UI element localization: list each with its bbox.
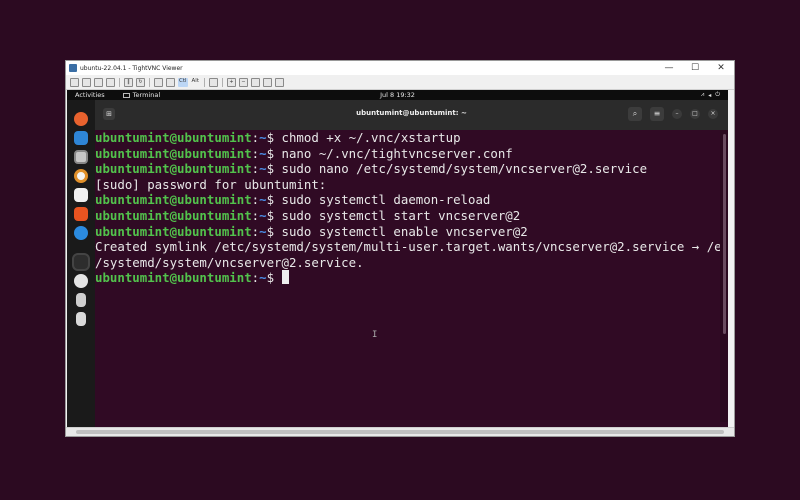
prompt-user: ubuntumint@ubuntumint: [95, 270, 252, 286]
transfer-files-icon[interactable]: [208, 77, 218, 87]
search-icon[interactable]: ⌕: [628, 107, 642, 121]
command-text: nano ~/.vnc/tightvncserver.conf: [281, 145, 513, 161]
zoom-in-icon[interactable]: +: [226, 77, 236, 87]
libreoffice-writer-icon[interactable]: [74, 188, 88, 202]
output-text: /systemd/system/vncserver@2.service.: [95, 254, 364, 270]
disc-icon[interactable]: [74, 274, 88, 288]
power-icon: ⏻: [715, 91, 720, 98]
drive-icon[interactable]: [76, 293, 86, 307]
prompt-path: ~: [259, 192, 267, 208]
maximize-button[interactable]: ☐: [682, 61, 708, 75]
zoom-out-icon[interactable]: −: [238, 77, 248, 87]
app-menu[interactable]: Terminal: [122, 91, 161, 99]
zoom-fit-icon[interactable]: [262, 77, 272, 87]
new-connection-icon[interactable]: [70, 77, 79, 87]
volume-icon: ◂: [708, 91, 712, 99]
trash-icon[interactable]: [76, 312, 86, 326]
command-text: sudo systemctl daemon-reload: [281, 192, 491, 208]
prompt-path: ~: [259, 207, 267, 223]
terminal-dock-icon[interactable]: [74, 255, 88, 269]
prompt-path: ~: [259, 145, 267, 161]
zoom-100-icon[interactable]: [250, 77, 260, 87]
scrollbar-thumb[interactable]: [723, 134, 726, 334]
minimize-button[interactable]: —: [656, 61, 682, 75]
mouse-ibeam-cursor: I: [372, 330, 378, 340]
refresh-icon[interactable]: ↻: [136, 77, 145, 87]
vnc-toolbar: ‖ ↻ Ctl Alt + −: [66, 75, 734, 90]
prompt-user: ubuntumint@ubuntumint: [95, 161, 252, 177]
terminal-line: ubuntumint@ubuntumint:~$ sudo systemctl …: [95, 207, 521, 223]
output-text: [sudo] password for ubuntumint:: [95, 176, 327, 192]
terminal-app-icon: [122, 92, 130, 98]
vnc-titlebar[interactable]: ubuntu-22.04.1 - TightVNC Viewer — ☐ ✕: [66, 61, 734, 75]
prompt-user: ubuntumint@ubuntumint: [95, 192, 252, 208]
terminal-line: [sudo] password for ubuntumint:: [95, 177, 720, 193]
vnc-viewer-window: ubuntu-22.04.1 - TightVNC Viewer — ☐ ✕ ‖…: [65, 60, 735, 437]
command-text: sudo nano /etc/systemd/system/vncserver@…: [281, 161, 648, 177]
close-button[interactable]: ✕: [708, 61, 734, 75]
viewer-horizontal-scrollbar[interactable]: [66, 427, 734, 436]
text-cursor: [281, 270, 289, 285]
ctrl-esc-icon[interactable]: [166, 77, 175, 87]
command-text: sudo systemctl enable vncserver@2: [281, 223, 528, 239]
hamburger-menu-icon[interactable]: ≡: [650, 107, 664, 121]
files-icon[interactable]: [74, 150, 88, 164]
pause-icon[interactable]: ‖: [124, 77, 133, 87]
command-text: chmod +x ~/.vnc/xstartup: [281, 130, 461, 145]
maximize-terminal-button[interactable]: □: [690, 109, 700, 119]
prompt-user: ubuntumint@ubuntumint: [95, 207, 252, 223]
close-terminal-button[interactable]: ×: [708, 109, 718, 119]
output-text: Created symlink /etc/systemd/system/mult…: [95, 239, 720, 255]
prompt-path: ~: [259, 223, 267, 239]
terminal-line: ubuntumint@ubuntumint:~$: [95, 270, 720, 286]
activities-button[interactable]: Activities: [75, 91, 105, 99]
prompt-user: ubuntumint@ubuntumint: [95, 130, 252, 145]
save-session-icon[interactable]: [82, 77, 91, 87]
prompt-user: ubuntumint@ubuntumint: [95, 145, 252, 161]
prompt-path: ~: [259, 130, 267, 145]
terminal-line: ubuntumint@ubuntumint:~$ chmod +x ~/.vnc…: [95, 130, 461, 145]
alt-key-toggle[interactable]: Alt: [191, 78, 200, 87]
toolbar-separator: [149, 77, 150, 87]
fullscreen-icon[interactable]: [274, 77, 284, 87]
info-icon[interactable]: [106, 77, 115, 87]
ctrl-alt-del-icon[interactable]: [154, 77, 163, 87]
window-title: ubuntu-22.04.1 - TightVNC Viewer: [80, 64, 183, 72]
toolbar-separator: [203, 77, 205, 87]
rhythmbox-icon[interactable]: [74, 169, 88, 183]
toolbar-separator: [119, 77, 120, 87]
terminal-headerbar[interactable]: ⊞ ubuntumint@ubuntumint: ~ ⌕ ≡ – □ ×: [95, 100, 728, 130]
terminal-line: Created symlink /etc/systemd/system/mult…: [95, 239, 720, 255]
prompt-path: ~: [259, 270, 267, 286]
system-status-area[interactable]: ⩘ ◂ ⏻: [701, 90, 720, 100]
terminal-line: /systemd/system/vncserver@2.service.: [95, 255, 720, 271]
firefox-icon[interactable]: [74, 112, 88, 126]
remote-desktop[interactable]: Activities Terminal Jul 8 19:32 ⩘ ◂ ⏻ ⊞ …: [67, 90, 728, 430]
network-icon: ⩘: [700, 91, 705, 98]
prompt-user: ubuntumint@ubuntumint: [95, 223, 252, 239]
toolbar-separator: [221, 77, 223, 87]
horizontal-scrollbar-thumb[interactable]: [76, 430, 724, 434]
thunderbird-icon[interactable]: [74, 131, 88, 145]
gnome-top-bar: Activities Terminal Jul 8 19:32 ⩘ ◂ ⏻: [67, 90, 728, 100]
terminal-scrollbar[interactable]: [720, 130, 728, 422]
terminal-line: ubuntumint@ubuntumint:~$ sudo systemctl …: [95, 223, 528, 239]
options-icon[interactable]: [94, 77, 103, 87]
help-icon[interactable]: [74, 226, 88, 240]
dock: [67, 100, 95, 430]
terminal-output[interactable]: ubuntumint@ubuntumint:~$ chmod +x ~/.vnc…: [95, 130, 720, 422]
terminal-line: ubuntumint@ubuntumint:~$ nano ~/.vnc/tig…: [95, 145, 513, 161]
tightvnc-icon: [69, 64, 77, 72]
ctrl-key-toggle[interactable]: Ctl: [178, 77, 188, 87]
minimize-terminal-button[interactable]: –: [672, 109, 682, 119]
command-text: sudo systemctl start vncserver@2: [281, 207, 521, 223]
app-menu-label: Terminal: [132, 91, 161, 99]
terminal-line: ubuntumint@ubuntumint:~$ sudo nano /etc/…: [95, 161, 648, 177]
terminal-line: ubuntumint@ubuntumint:~$ sudo systemctl …: [95, 192, 491, 208]
prompt-path: ~: [259, 161, 267, 177]
clock[interactable]: Jul 8 19:32: [67, 91, 728, 99]
software-center-icon[interactable]: [74, 207, 88, 221]
